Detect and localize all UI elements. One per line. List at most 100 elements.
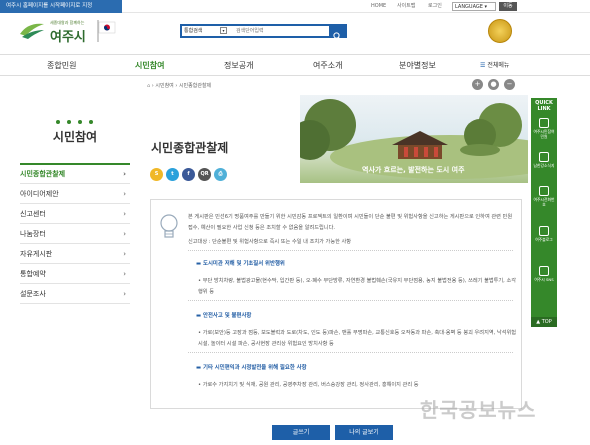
- share-facebook-icon[interactable]: f: [182, 168, 195, 181]
- lnb-item-label: 자유게시판: [20, 250, 53, 258]
- write-button[interactable]: 글쓰기: [272, 425, 330, 440]
- print-button[interactable]: ●: [488, 79, 499, 90]
- divider: [188, 300, 513, 301]
- section-heading: ▬ 도시미관 저해 및 기초질서 위반행위: [196, 261, 285, 267]
- section-heading-text: 도시미관 저해 및 기초질서 위반행위: [202, 261, 285, 267]
- login-link[interactable]: 로그인: [428, 0, 442, 13]
- section-body-text: 가로(보안)등 고장과 점등, 보도블럭과 도로(차도, 인도 등)파손, 맨홀…: [198, 330, 517, 347]
- lnb-item-label: 시민종합관찰제: [20, 170, 66, 178]
- scroll-top-label: TOP: [541, 319, 552, 325]
- page-title: 시민종합관찰제: [151, 141, 229, 155]
- scroll-top-button[interactable]: ▲ TOP: [531, 317, 557, 327]
- lnb-item-reservation[interactable]: 통합예약 ›: [20, 265, 130, 284]
- quick-link-item[interactable]: 남한강소식지: [533, 152, 555, 168]
- language-go-button[interactable]: 이동: [499, 2, 517, 11]
- lnb-item-board[interactable]: 자유게시판 ›: [20, 245, 130, 264]
- language-select-label: LANGUAGE: [455, 4, 483, 10]
- section-heading: ▬ 기타 시민편익과 시정발전을 위해 필요한 사항: [196, 365, 307, 371]
- all-menu-label: 전체메뉴: [487, 62, 510, 69]
- gnb-item-about[interactable]: 여주소개: [313, 55, 342, 76]
- section-heading-text: 기타 시민편익과 시정발전을 위해 필요한 사항: [202, 365, 307, 371]
- chevron-right-icon: ›: [123, 210, 126, 218]
- gnb-item-field-info[interactable]: 분야별정보: [399, 55, 436, 76]
- dots-decoration-icon: [56, 120, 93, 124]
- share-kakaostory-icon[interactable]: S: [150, 168, 163, 181]
- lnb-item-report[interactable]: 신고센터 ›: [20, 205, 130, 224]
- set-homepage-link[interactable]: 여주시 홈페이지를 시작페이지로 지정: [0, 0, 122, 13]
- banner-slogan: 역사가 흐르는, 발전하는 도시 여주: [362, 166, 465, 174]
- phone-icon: [539, 186, 549, 196]
- section-body-text: 가로수 가지치기 및 식재, 공원 관리, 공영주차장 관리, 버스승강장 관리…: [202, 382, 419, 388]
- search-scope-label: 통합검색: [184, 28, 203, 34]
- quick-link-label: 여주시전화번호: [533, 197, 555, 207]
- breadcrumb-bar: [0, 77, 590, 94]
- logo-text[interactable]: 여주시: [50, 26, 86, 45]
- lnb-item-observation[interactable]: 시민종합관찰제 ›: [20, 165, 130, 184]
- gnb-item-civil-service[interactable]: 종합민원: [47, 55, 76, 76]
- lnb-item-label: 아이디어제안: [20, 190, 59, 198]
- search-box: 통합검색 ▾: [180, 24, 347, 40]
- search-button[interactable]: [329, 26, 345, 40]
- sns-icon: [539, 266, 549, 276]
- quick-link-label: 여주시민참여민원: [533, 129, 555, 139]
- sitemap-link[interactable]: 사이트맵: [397, 0, 415, 13]
- chevron-down-icon[interactable]: ▾: [220, 27, 227, 34]
- qr-code-icon[interactable]: QR: [198, 168, 211, 181]
- newsletter-icon: [539, 152, 549, 162]
- chevron-right-icon: ›: [123, 250, 126, 258]
- lnb-item-label: 나눔장터: [20, 230, 46, 238]
- utility-bar: 여주시 홈페이지를 시작페이지로 지정 HOME 사이트맵 로그인 LANGUA…: [0, 0, 590, 13]
- quick-link-item[interactable]: 여주시전화번호: [533, 186, 555, 207]
- lnb-item-idea[interactable]: 아이디어제안 ›: [20, 185, 130, 204]
- my-posts-button[interactable]: 나의 글보기: [335, 425, 393, 440]
- watermark-text: 한국공보뉴스: [420, 398, 537, 422]
- yeoju-logo-icon[interactable]: [18, 20, 46, 40]
- main-navigation: 종합민원 시민참여 정보공개 여주소개 분야별정보 ☰ 전체메뉴: [0, 54, 590, 76]
- print-icon[interactable]: ⎙: [214, 168, 227, 181]
- quick-link-item[interactable]: 여주시 SNS: [533, 266, 555, 282]
- chevron-right-icon: ›: [123, 290, 126, 298]
- all-menu-button[interactable]: ☰ 전체메뉴: [480, 55, 509, 76]
- breadcrumb-path: › 시민참여 › 시민종합관찰제: [151, 83, 212, 89]
- section-body: • 가로수 가지치기 및 식재, 공원 관리, 공영주차장 관리, 버스승강장 …: [198, 382, 419, 388]
- home-icon[interactable]: ⌂: [147, 83, 150, 89]
- award-badge-icon: [488, 19, 512, 43]
- blog-icon: [539, 226, 549, 236]
- zoom-in-button[interactable]: +: [472, 79, 483, 90]
- intro-text: 본 게시판은 민선6기 명품여주를 만들기 위한 시민감동 프로젝트의 일환이며…: [188, 214, 513, 231]
- lnb-item-label: 통합예약: [20, 270, 46, 278]
- lnb-item-survey[interactable]: 설문조사 ›: [20, 285, 130, 304]
- target-text: 신고대상 : 단순불편 및 위험사항으로 즉시 또는 수일 내 조치가 가능한 …: [188, 239, 352, 245]
- quick-link-item[interactable]: 여주시민참여민원: [533, 118, 555, 139]
- section-body-text: 무단 방치차량, 불법광고물(현수막, 입간판 등), 오·폐수 무단방류, 자…: [198, 278, 517, 295]
- search-icon: [333, 32, 341, 40]
- lnb-item-market[interactable]: 나눔장터 ›: [20, 225, 130, 244]
- quick-link-label: 남한강소식지: [533, 163, 555, 168]
- divider: [188, 250, 513, 251]
- zoom-out-button[interactable]: −: [504, 79, 515, 90]
- divider: [188, 352, 513, 353]
- lightbulb-icon: [160, 214, 178, 238]
- lnb-title: 시민참여: [52, 130, 98, 144]
- quick-link-label: 여주블로그: [535, 237, 553, 242]
- menu-icon: ☰: [480, 62, 486, 69]
- lnb-item-label: 설문조사: [20, 290, 46, 298]
- chevron-right-icon: ›: [123, 170, 126, 178]
- search-input[interactable]: [236, 26, 326, 36]
- quick-link-label: 여주시 SNS: [534, 277, 554, 282]
- chevron-right-icon: ›: [123, 270, 126, 278]
- quick-link-item[interactable]: 여주블로그: [533, 226, 555, 242]
- gnb-item-information[interactable]: 정보공개: [224, 55, 253, 76]
- chevron-right-icon: ›: [123, 230, 126, 238]
- section-body: • 무단 방치차량, 불법광고물(현수막, 입간판 등), 오·폐수 무단방류,…: [198, 278, 517, 295]
- breadcrumb: ⌂ › 시민참여 › 시민종합관찰제: [147, 82, 211, 89]
- section-heading-text: 안전사고 및 불편사항: [202, 313, 252, 319]
- chevron-right-icon: ›: [123, 190, 126, 198]
- quick-link-title: QUICK LINK: [535, 100, 553, 112]
- language-select[interactable]: LANGUAGE ▾: [452, 2, 496, 11]
- home-link[interactable]: HOME: [371, 0, 386, 13]
- share-twitter-icon[interactable]: t: [166, 168, 179, 181]
- korean-flag-icon: [97, 20, 116, 42]
- gnb-item-participation[interactable]: 시민참여: [135, 55, 164, 76]
- document-icon: [539, 118, 549, 128]
